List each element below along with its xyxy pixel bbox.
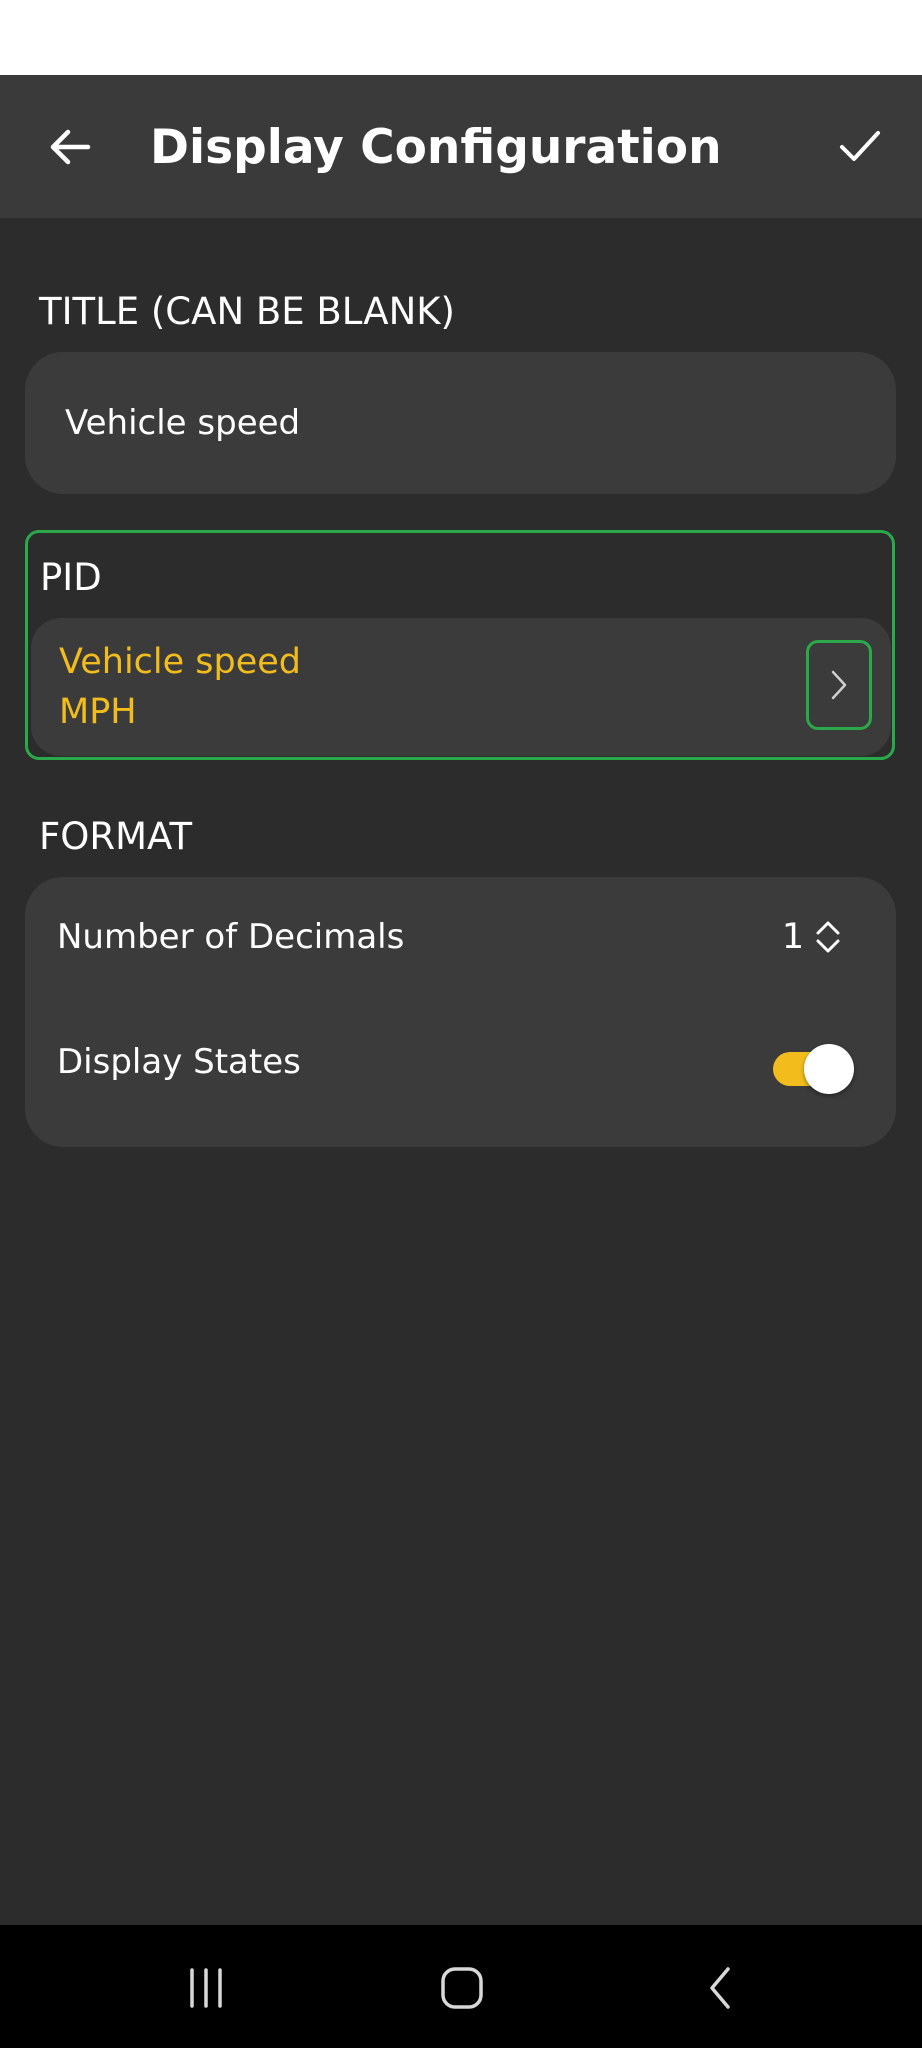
display-states-toggle[interactable] xyxy=(773,1044,855,1094)
home-button[interactable] xyxy=(422,1953,502,2023)
status-bar xyxy=(0,0,922,75)
format-section-label: FORMAT xyxy=(39,815,193,858)
decimals-row: Number of Decimals 1 xyxy=(25,877,896,997)
up-down-chevron-icon xyxy=(816,921,840,953)
confirm-button[interactable] xyxy=(824,109,896,181)
pid-unit: MPH xyxy=(59,692,137,732)
pid-chevron-button[interactable] xyxy=(806,640,872,730)
check-icon xyxy=(840,131,880,161)
decimals-value: 1 xyxy=(781,917,805,957)
format-card: Number of Decimals 1 Display States xyxy=(25,877,896,1147)
pid-selector[interactable]: Vehicle speed MPH xyxy=(31,618,891,756)
pid-name: Vehicle speed xyxy=(59,642,302,682)
title-field-card xyxy=(25,352,896,494)
recents-icon xyxy=(190,1968,222,2008)
display-states-label: Display States xyxy=(57,1042,301,1082)
title-input[interactable] xyxy=(65,352,845,494)
pid-group: PID Vehicle speed MPH xyxy=(25,530,895,760)
decimals-label: Number of Decimals xyxy=(57,917,405,957)
back-button[interactable] xyxy=(34,111,106,183)
system-nav-bar xyxy=(0,1925,922,2048)
home-icon xyxy=(441,1967,483,2009)
toggle-knob xyxy=(804,1044,854,1094)
recents-button[interactable] xyxy=(166,1953,246,2023)
chevron-right-icon xyxy=(831,670,847,700)
app-bar: Display Configuration xyxy=(0,75,922,218)
nav-back-icon xyxy=(710,1967,730,2009)
arrow-left-icon xyxy=(50,129,91,165)
nav-back-button[interactable] xyxy=(680,1953,760,2023)
title-section-label: TITLE (CAN BE BLANK) xyxy=(39,290,455,333)
decimals-stepper[interactable]: 1 xyxy=(775,907,865,967)
pid-section-label: PID xyxy=(40,556,102,599)
page-title: Display Configuration xyxy=(150,120,722,175)
display-states-row: Display States xyxy=(25,1002,896,1122)
